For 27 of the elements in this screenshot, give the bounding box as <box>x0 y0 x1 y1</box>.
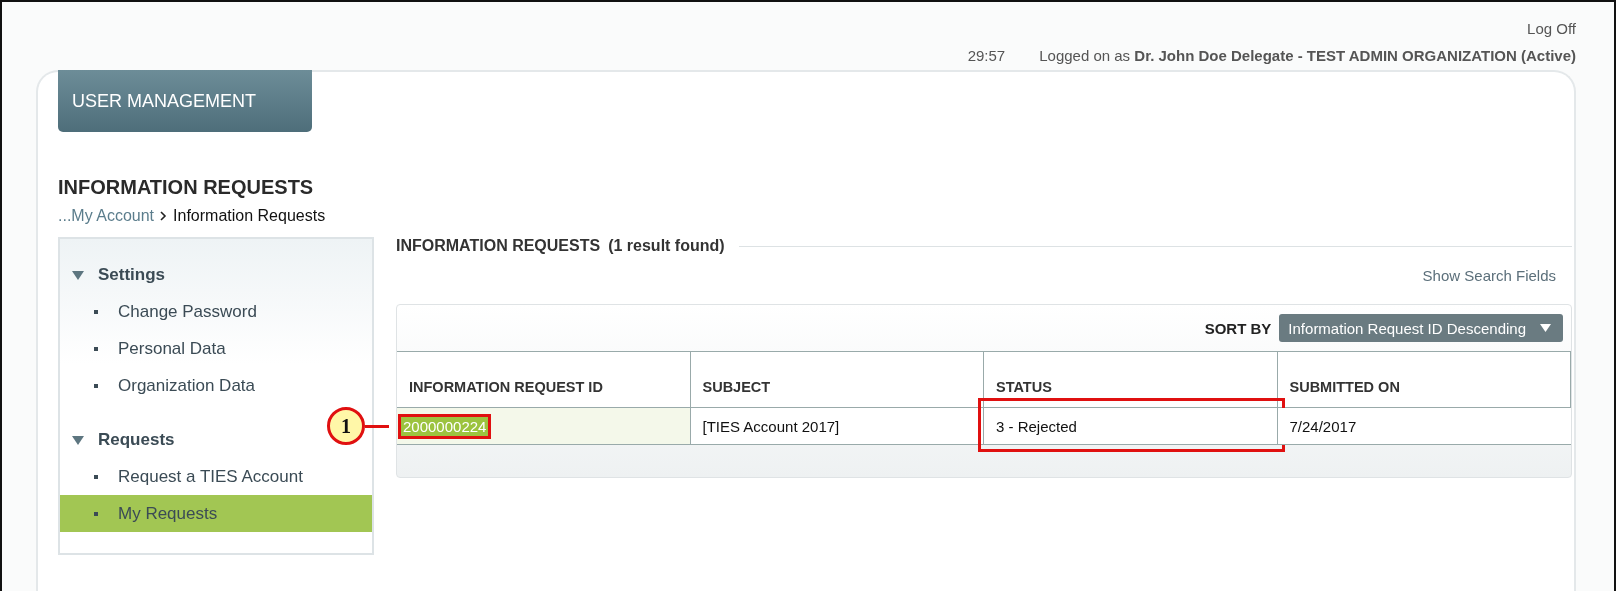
results-title: INFORMATION REQUESTS <box>396 237 601 255</box>
user-management-tab[interactable]: USER MANAGEMENT <box>58 70 312 132</box>
sort-by-label: SORT BY <box>1204 319 1272 337</box>
results-count: (1 result found) <box>608 237 725 255</box>
show-search-fields-link[interactable]: Show Search Fields <box>1422 267 1556 284</box>
breadcrumb-link[interactable]: ...My Account <box>58 207 155 225</box>
current-page-label[interactable]: Information Requests <box>173 207 326 225</box>
log-off-link[interactable]: Log Off <box>1527 20 1576 37</box>
session-timer: 29:57 <box>967 47 1006 64</box>
table-cell-text: 3 - Rejected <box>995 416 1078 436</box>
sidebar-item[interactable]: Change Password <box>60 293 372 330</box>
sidebar-item[interactable]: Organization Data <box>60 367 372 404</box>
sidebar-group-title[interactable]: Settings <box>98 265 166 285</box>
caret-down-icon[interactable] <box>72 270 84 280</box>
leader-line <box>365 424 389 428</box>
logged-on-text: Logged on as Dr. John Doe Delegate - TEST ADMIN ORGANIZATION (Active) <box>1039 47 1576 64</box>
caret-down-icon[interactable] <box>72 435 84 445</box>
sidebar-group-title[interactable]: Requests <box>98 430 175 450</box>
caret-down-icon <box>1540 324 1551 332</box>
sidebar-item[interactable]: My Requests <box>60 495 372 532</box>
table-cell-text: 7/24/2017 <box>1288 416 1358 436</box>
sidebar-item[interactable]: Request a TIES Account <box>60 458 372 495</box>
sort-dropdown[interactable]: Information Request ID Descending <box>1279 314 1563 342</box>
sidebar-item[interactable]: Personal Data <box>60 330 372 367</box>
table-cell-text: [TIES Account 2017] <box>701 416 841 436</box>
chevron-right-icon <box>160 211 168 221</box>
page-title: INFORMATION REQUESTS <box>58 176 315 199</box>
